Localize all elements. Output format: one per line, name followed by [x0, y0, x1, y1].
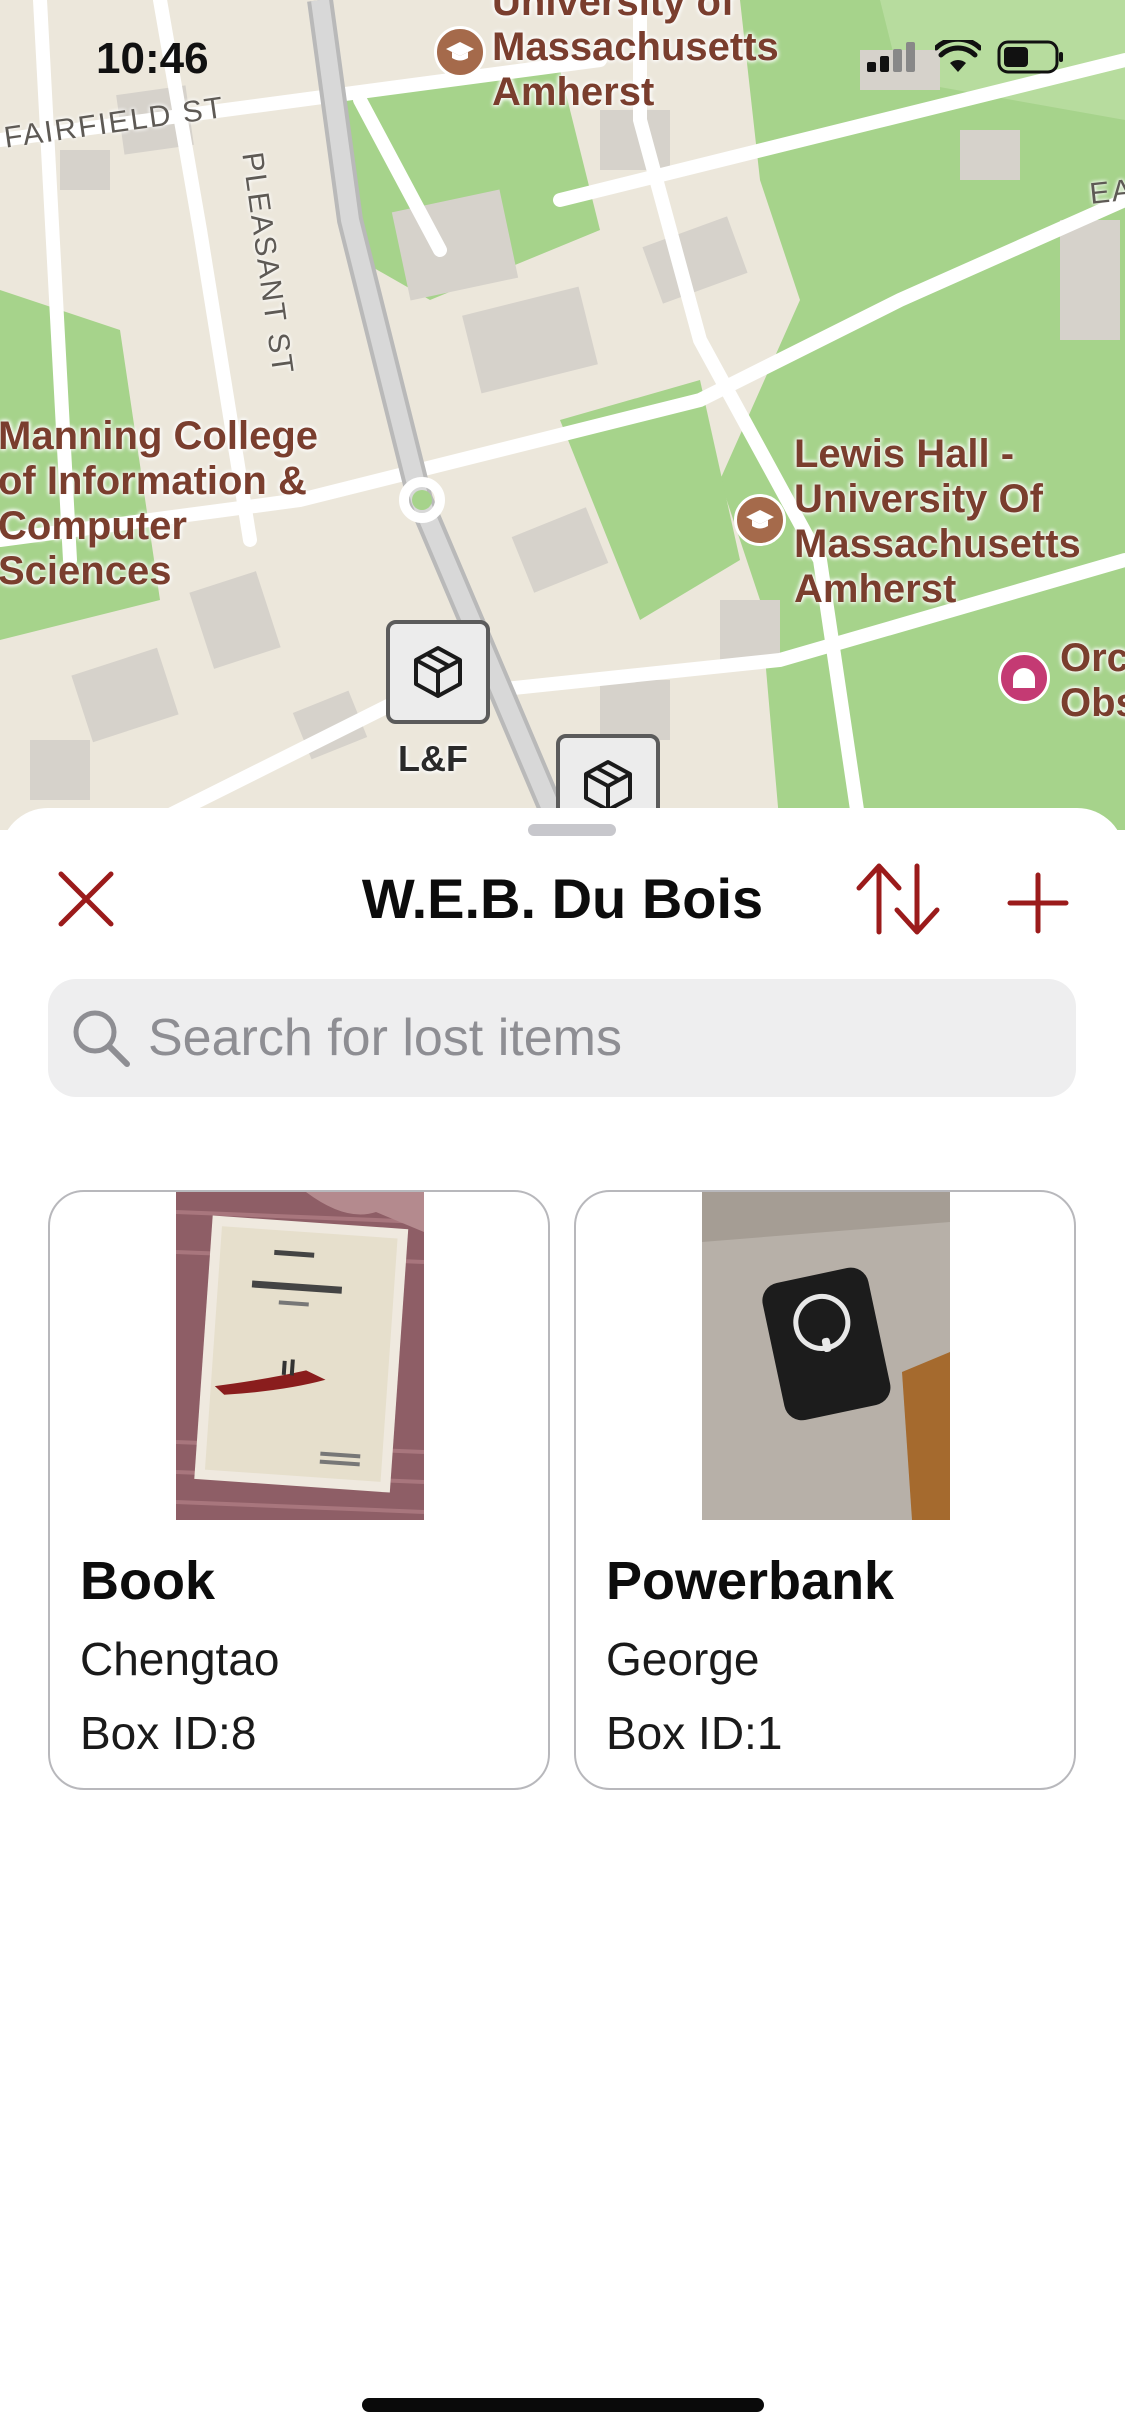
item-owner: Chengtao	[80, 1633, 280, 1685]
plus-icon	[1007, 872, 1069, 934]
lost-found-marker[interactable]	[386, 620, 490, 724]
sort-arrows-icon	[856, 863, 940, 935]
battery-icon	[997, 40, 1063, 74]
bottom-sheet: W.E.B. Du Bois Search for lost items Boo…	[0, 808, 1125, 2436]
item-name: Book	[80, 1551, 215, 1611]
map-label-manning[interactable]: Manning College of Information & Compute…	[0, 414, 318, 594]
item-name: Powerbank	[606, 1551, 895, 1611]
sort-button[interactable]	[852, 858, 944, 940]
item-card-powerbank[interactable]: Powerbank George Box ID:1	[574, 1190, 1076, 1790]
status-time: 10:46	[96, 34, 209, 83]
map-label-orchard[interactable]: Orc Obs	[1060, 636, 1125, 726]
item-box-id: Box ID:1	[606, 1707, 783, 1759]
wifi-icon	[935, 40, 981, 72]
sheet-grabber[interactable]	[528, 824, 616, 836]
item-card-book[interactable]: Book Chengtao Box ID:8	[48, 1190, 550, 1790]
home-indicator[interactable]	[362, 2398, 764, 2412]
item-box-id: Box ID:8	[80, 1707, 257, 1759]
items-grid: Book Chengtao Box ID:8 Powerbank George …	[48, 1190, 1076, 1790]
observatory-icon[interactable]	[998, 652, 1050, 704]
status-icons	[867, 40, 1065, 74]
map-view[interactable]: University of Massachusetts Amherst Mann…	[0, 0, 1125, 830]
graduation-cap-icon[interactable]	[734, 494, 786, 546]
item-photo	[176, 1192, 424, 1520]
marker-label: L&F	[398, 738, 468, 779]
cellular-signal-icon	[867, 42, 915, 72]
item-photo	[702, 1192, 950, 1520]
search-icon	[73, 1010, 130, 1067]
item-owner: George	[606, 1633, 760, 1685]
street-label-east: EA	[1088, 173, 1125, 211]
search-bar[interactable]	[48, 979, 1076, 1097]
box-icon	[414, 646, 462, 698]
graduation-cap-icon[interactable]	[434, 26, 486, 78]
box-icon	[584, 760, 632, 812]
sheet-title: W.E.B. Du Bois	[361, 867, 764, 930]
add-item-button[interactable]	[998, 863, 1078, 943]
search-input[interactable]	[148, 1008, 1028, 1068]
map-label-lewis-hall[interactable]: Lewis Hall - University Of Massachusetts…	[794, 432, 1081, 612]
map-label-umass[interactable]: University of Massachusetts Amherst	[492, 0, 779, 115]
